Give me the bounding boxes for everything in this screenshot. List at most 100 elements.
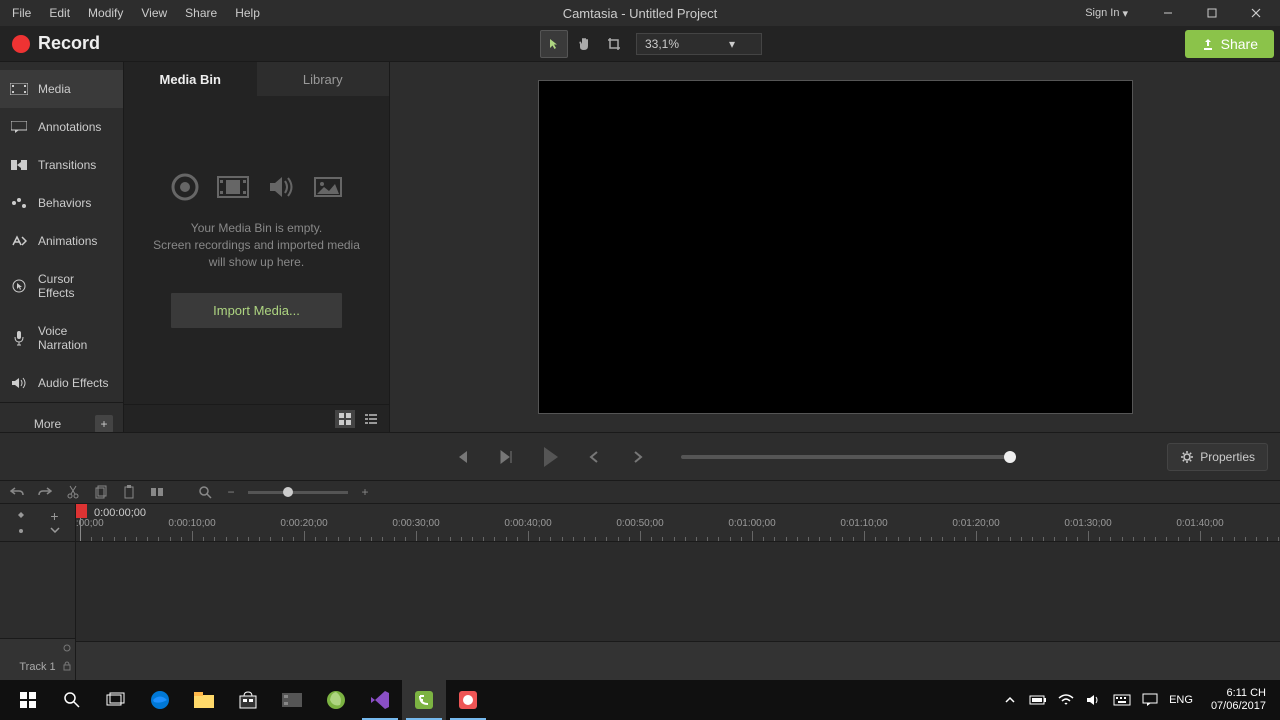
record-media-icon — [170, 172, 200, 202]
taskbar-app-1[interactable] — [270, 680, 314, 720]
animation-icon — [10, 234, 28, 248]
tray-action-center-icon[interactable] — [1141, 692, 1159, 708]
grid-view-button[interactable] — [335, 410, 355, 428]
caret-down-icon: ▾ — [1122, 7, 1128, 20]
timeline-zoom-slider[interactable] — [248, 491, 348, 494]
sidebar-item-label: Transitions — [38, 158, 96, 172]
next-frame-button[interactable] — [491, 442, 521, 472]
add-track-button[interactable]: + — [47, 509, 63, 523]
quiz-toggle[interactable] — [13, 524, 29, 538]
marker-toggle[interactable] — [13, 508, 29, 522]
zoom-out-button[interactable]: − — [222, 483, 240, 501]
menu-view[interactable]: View — [133, 2, 175, 24]
tray-clock[interactable]: 6:11 CH 07/06/2017 — [1203, 687, 1274, 713]
preview-canvas[interactable] — [538, 80, 1133, 414]
menu-edit[interactable]: Edit — [41, 2, 78, 24]
prev-marker-button[interactable] — [579, 442, 609, 472]
taskbar-app-2[interactable] — [314, 680, 358, 720]
copy-button[interactable] — [92, 483, 110, 501]
record-label: Record — [38, 33, 100, 54]
minimize-button[interactable] — [1148, 0, 1188, 26]
tray-volume-icon[interactable] — [1085, 692, 1103, 708]
sidebar-item-behaviors[interactable]: Behaviors — [0, 184, 123, 222]
scrub-handle[interactable] — [1004, 451, 1016, 463]
annotation-icon — [10, 120, 28, 134]
sidebar-item-animations[interactable]: Animations — [0, 222, 123, 260]
sidebar-more-label: More — [10, 417, 85, 431]
window-title: Camtasia - Untitled Project — [563, 6, 718, 21]
sidebar-item-label: Media — [38, 82, 71, 96]
import-media-button[interactable]: Import Media... — [171, 293, 342, 328]
canvas-area — [390, 62, 1280, 432]
sidebar-item-audio-effects[interactable]: Audio Effects — [0, 364, 123, 402]
menu-help[interactable]: Help — [227, 2, 268, 24]
timeline-tracks[interactable]: 0:00:00;00 0:00:00;000:00:10;000:00:20;0… — [76, 504, 1280, 694]
taskbar-store[interactable] — [226, 680, 270, 720]
tray-keyboard-icon[interactable] — [1113, 692, 1131, 708]
pointer-tool[interactable] — [540, 30, 568, 58]
tools-sidebar: Media Annotations Transitions Behaviors … — [0, 62, 124, 432]
taskbar-recorder[interactable] — [446, 680, 490, 720]
speaker-icon — [10, 376, 28, 390]
share-button[interactable]: Share — [1185, 30, 1274, 58]
prev-frame-button[interactable] — [447, 442, 477, 472]
zoom-in-button[interactable]: + — [356, 483, 374, 501]
crop-tool[interactable] — [600, 30, 628, 58]
cut-button[interactable] — [64, 483, 82, 501]
tray-battery-icon[interactable] — [1029, 692, 1047, 708]
media-type-icons — [170, 172, 344, 202]
signin-label: Sign In — [1085, 7, 1119, 19]
maximize-button[interactable] — [1192, 0, 1232, 26]
sidebar-item-transitions[interactable]: Transitions — [0, 146, 123, 184]
next-marker-button[interactable] — [623, 442, 653, 472]
close-button[interactable] — [1236, 0, 1276, 26]
tray-language[interactable]: ENG — [1169, 694, 1193, 706]
properties-button[interactable]: Properties — [1167, 443, 1268, 471]
play-button[interactable] — [535, 442, 565, 472]
tab-media-bin[interactable]: Media Bin — [124, 62, 257, 96]
tab-library[interactable]: Library — [257, 62, 390, 96]
sidebar-item-media[interactable]: Media — [0, 70, 123, 108]
sidebar-item-annotations[interactable]: Annotations — [0, 108, 123, 146]
split-button[interactable] — [148, 483, 166, 501]
timeline: + Track 1 0:00:00;00 0:00:00;000:00:10;0… — [0, 504, 1280, 694]
hand-tool[interactable] — [570, 30, 598, 58]
tray-chevron-icon[interactable] — [1001, 692, 1019, 708]
track-visibility-icon[interactable] — [62, 643, 72, 653]
task-view-button[interactable] — [94, 680, 138, 720]
taskbar-edge[interactable] — [138, 680, 182, 720]
track-area-empty[interactable] — [76, 542, 1280, 642]
taskbar-visual-studio[interactable] — [358, 680, 402, 720]
signin-button[interactable]: Sign In ▾ — [1079, 3, 1134, 24]
sidebar-item-cursor-effects[interactable]: Cursor Effects — [0, 260, 123, 312]
menu-share[interactable]: Share — [177, 2, 225, 24]
taskbar-explorer[interactable] — [182, 680, 226, 720]
undo-button[interactable] — [8, 483, 26, 501]
playhead[interactable] — [80, 504, 81, 541]
zoom-select[interactable]: 33,1% ▾ — [636, 33, 762, 55]
menu-file[interactable]: File — [4, 2, 39, 24]
cursor-icon — [10, 279, 28, 293]
search-button[interactable] — [50, 680, 94, 720]
redo-button[interactable] — [36, 483, 54, 501]
list-view-button[interactable] — [361, 410, 381, 428]
start-button[interactable] — [6, 680, 50, 720]
media-panel: Media Bin Library Your Media Bin is empt… — [124, 62, 390, 432]
menu-modify[interactable]: Modify — [80, 2, 131, 24]
sidebar-item-label: Audio Effects — [38, 376, 109, 390]
record-button[interactable]: Record — [6, 33, 106, 54]
scrub-slider[interactable] — [681, 455, 1011, 459]
sidebar-item-label: Cursor Effects — [38, 272, 113, 300]
paste-button[interactable] — [120, 483, 138, 501]
windows-taskbar: ENG 6:11 CH 07/06/2017 — [0, 680, 1280, 720]
sidebar-item-voice-narration[interactable]: Voice Narration — [0, 312, 123, 364]
sidebar-item-label: Voice Narration — [38, 324, 113, 352]
zoom-handle[interactable] — [283, 487, 293, 497]
tray-wifi-icon[interactable] — [1057, 692, 1075, 708]
taskbar-camtasia[interactable] — [402, 680, 446, 720]
track-lock-icon[interactable] — [62, 661, 72, 671]
zoom-value: 33,1% — [645, 37, 679, 51]
collapse-tracks-button[interactable] — [47, 523, 63, 537]
properties-label: Properties — [1200, 450, 1255, 464]
timeline-ruler[interactable]: 0:00:00;00 0:00:00;000:00:10;000:00:20;0… — [76, 504, 1280, 542]
